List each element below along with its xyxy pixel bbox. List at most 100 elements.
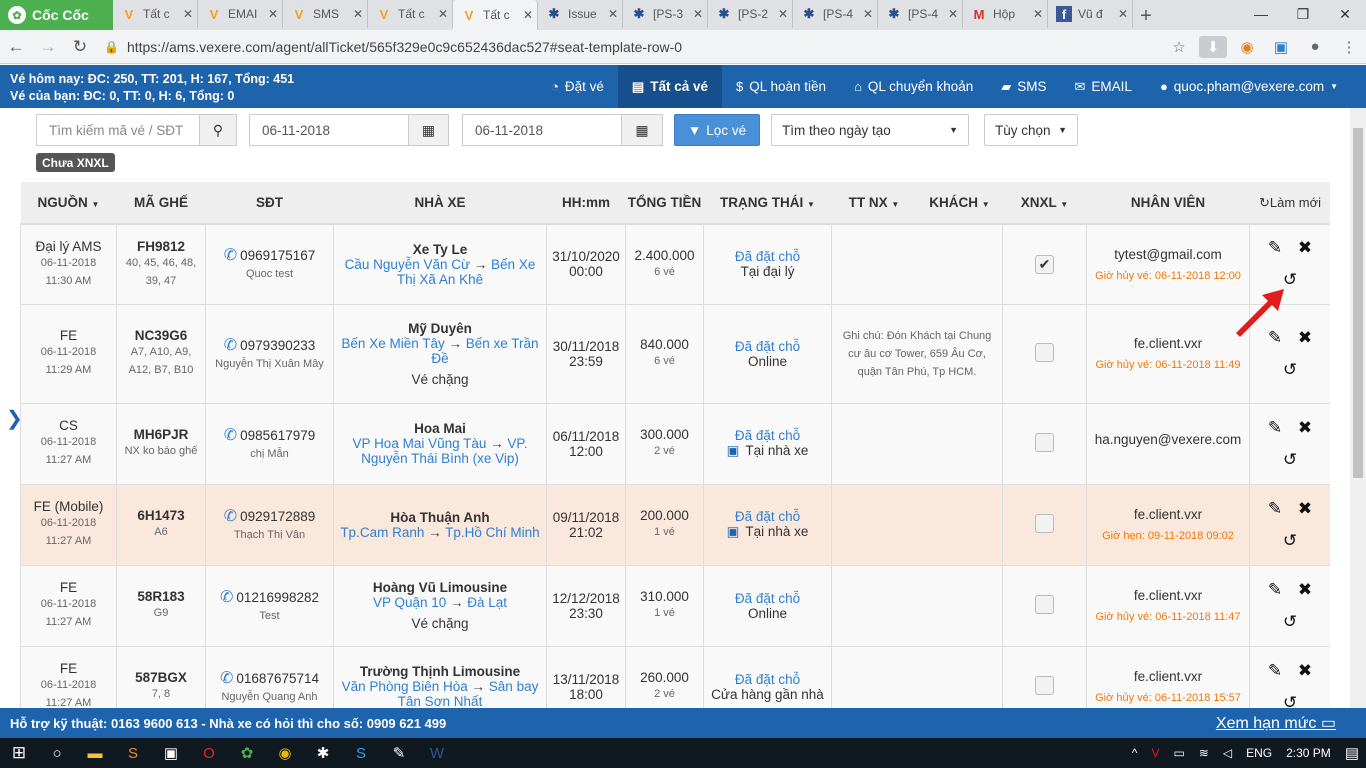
xnxl-checkbox[interactable] bbox=[1035, 432, 1054, 452]
browser-tab[interactable]: M Hộp ✕ bbox=[963, 0, 1048, 28]
tray-chevron-icon[interactable]: ^ bbox=[1132, 746, 1138, 760]
col-status[interactable]: TRẠNG THÁI ▼ bbox=[703, 182, 832, 225]
route-to[interactable]: Bến xe Trần Đề bbox=[431, 336, 538, 366]
app-icon[interactable]: ▣ bbox=[152, 738, 190, 768]
browser-tab[interactable]: V EMAI ✕ bbox=[198, 0, 283, 28]
edit-pencil-icon[interactable]: ✎ bbox=[1260, 418, 1290, 438]
nav-item[interactable]: ▰ SMS bbox=[987, 65, 1060, 108]
download-icon[interactable]: ⬇ bbox=[1199, 35, 1227, 58]
table-row[interactable]: FE 06-11-2018 11:27 AM 58R183 G9 ✆ 012169982… bbox=[20, 564, 1330, 647]
delete-x-icon[interactable]: ✖ bbox=[1290, 328, 1320, 348]
extension-icon[interactable]: ◉ bbox=[1233, 36, 1261, 58]
cortana-icon[interactable]: ○ bbox=[38, 738, 76, 768]
close-tab-icon[interactable]: ✕ bbox=[1118, 7, 1128, 21]
table-row[interactable]: Đại lý AMS 06-11-2018 11:30 AM FH9812 40, 4… bbox=[20, 223, 1330, 305]
scrollbar-thumb[interactable] bbox=[1353, 128, 1363, 478]
limit-link[interactable]: Xem hạn mức ▭ bbox=[1216, 713, 1336, 733]
ticket-code[interactable]: 58R183 bbox=[119, 589, 203, 604]
clock[interactable]: 2:30 PM bbox=[1286, 746, 1331, 760]
new-tab-button[interactable]: + bbox=[1133, 2, 1159, 30]
date-to-field[interactable]: 06-11-2018 bbox=[462, 114, 622, 146]
browser-tab[interactable]: V Tất c ✕ bbox=[113, 0, 198, 28]
close-window-icon[interactable]: ✕ bbox=[1324, 0, 1366, 28]
history-icon[interactable]: ↺ bbox=[1275, 360, 1305, 380]
xnxl-checkbox[interactable] bbox=[1035, 594, 1054, 614]
route-from[interactable]: Bến Xe Miền Tây bbox=[341, 336, 444, 351]
wifi-icon[interactable]: ≋ bbox=[1199, 746, 1209, 760]
close-tab-icon[interactable]: ✕ bbox=[523, 8, 533, 22]
table-row[interactable]: CS 06-11-2018 11:27 AM MH6PJR NX ko báo ghế… bbox=[20, 402, 1330, 485]
history-icon[interactable]: ↺ bbox=[1275, 612, 1305, 632]
route-to[interactable]: Tp.Hồ Chí Minh bbox=[445, 525, 540, 540]
page-scrollbar[interactable] bbox=[1350, 108, 1366, 708]
xnxl-checkbox[interactable] bbox=[1035, 513, 1054, 533]
coccoc-taskbar-icon[interactable]: ✿ bbox=[228, 738, 266, 768]
refresh-button[interactable]: ↻Làm mới bbox=[1249, 182, 1330, 225]
col-source[interactable]: NGUỒN ▼ bbox=[20, 182, 117, 225]
route-from[interactable]: VP Hoa Mai Vũng Tàu bbox=[353, 436, 487, 451]
nav-item[interactable]: ● quoc.pham@vexere.com ▼ bbox=[1146, 65, 1352, 108]
calendar-icon[interactable]: ▦ bbox=[408, 114, 449, 146]
route-to[interactable]: Đà Lạt bbox=[467, 595, 507, 610]
browser-tab[interactable]: ✱ Issue ✕ bbox=[538, 0, 623, 28]
nav-item[interactable]: ▤ Tất cả vé bbox=[617, 65, 723, 108]
edit-pencil-icon[interactable]: ✎ bbox=[1260, 238, 1290, 258]
date-type-select[interactable]: Tìm theo ngày tạo ▼ bbox=[771, 114, 969, 146]
restore-icon[interactable]: ❐ bbox=[1282, 0, 1324, 28]
ticket-code[interactable]: 6H1473 bbox=[119, 508, 203, 523]
sublime-icon[interactable]: S bbox=[114, 738, 152, 768]
browser-tab[interactable]: V Tất c ✕ bbox=[368, 0, 453, 28]
delete-x-icon[interactable]: ✖ bbox=[1290, 580, 1320, 600]
volume-icon[interactable]: ◁ bbox=[1223, 746, 1232, 760]
calendar-icon[interactable]: ▦ bbox=[621, 114, 663, 146]
history-icon[interactable]: ↺ bbox=[1275, 531, 1305, 551]
battery-icon[interactable]: ▭ bbox=[1173, 746, 1184, 760]
col-xnxl[interactable]: XNXL ▼ bbox=[1002, 182, 1087, 225]
ticket-code[interactable]: FH9812 bbox=[119, 239, 203, 254]
delete-x-icon[interactable]: ✖ bbox=[1290, 499, 1320, 519]
delete-x-icon[interactable]: ✖ bbox=[1290, 661, 1320, 681]
status-badge[interactable]: Chưa XNXL bbox=[36, 153, 115, 172]
browser-tab[interactable]: ✱ [PS-3 ✕ bbox=[623, 0, 708, 28]
nav-item[interactable]: ⌂ QL chuyển khoản bbox=[840, 65, 987, 108]
skype-icon[interactable]: S bbox=[342, 738, 380, 768]
browser-tab[interactable]: V SMS ✕ bbox=[283, 0, 368, 28]
vexere-tray-icon[interactable]: V bbox=[1151, 746, 1159, 760]
delete-x-icon[interactable]: ✖ bbox=[1290, 418, 1320, 438]
route-from[interactable]: Cầu Nguyễn Văn Cừ bbox=[345, 257, 470, 272]
menu-icon[interactable]: ⋮ bbox=[1335, 36, 1363, 58]
route-from[interactable]: Tp.Cam Ranh bbox=[340, 525, 424, 540]
notification-icon[interactable]: ▤ bbox=[1345, 744, 1359, 762]
windows-start-icon[interactable]: ⊞ bbox=[0, 738, 38, 768]
reload-icon[interactable]: ↻ bbox=[64, 37, 96, 57]
xnxl-checkbox[interactable] bbox=[1035, 675, 1054, 695]
browser-tab[interactable]: V Tất c ✕ bbox=[453, 0, 538, 30]
close-tab-icon[interactable]: ✕ bbox=[183, 7, 193, 21]
ticket-code[interactable]: NC39G6 bbox=[119, 328, 203, 343]
route-from[interactable]: VP Quận 10 bbox=[373, 595, 446, 610]
close-tab-icon[interactable]: ✕ bbox=[693, 7, 703, 21]
browser-tab[interactable]: f Vũ đ ✕ bbox=[1048, 0, 1133, 28]
paint-icon[interactable]: ✎ bbox=[380, 738, 418, 768]
browser-brand[interactable]: ✿ Cốc Cốc bbox=[0, 0, 113, 30]
table-row[interactable]: FE 06-11-2018 11:27 AM 587BGX 7, 8 ✆ 0168767… bbox=[20, 645, 1330, 710]
xnxl-checkbox[interactable] bbox=[1035, 342, 1054, 362]
chrome-icon[interactable]: ◉ bbox=[266, 738, 304, 768]
delete-x-icon[interactable]: ✖ bbox=[1290, 238, 1320, 258]
slack-icon[interactable]: ✱ bbox=[304, 738, 342, 768]
extension-s-icon[interactable]: ▣ bbox=[1267, 36, 1295, 58]
edit-pencil-icon[interactable]: ✎ bbox=[1260, 580, 1290, 600]
close-tab-icon[interactable]: ✕ bbox=[268, 7, 278, 21]
language-indicator[interactable]: ENG bbox=[1246, 746, 1272, 760]
history-icon[interactable]: ↺ bbox=[1275, 450, 1305, 470]
date-from-field[interactable]: 06-11-2018 bbox=[249, 114, 409, 146]
nav-item[interactable]: $ QL hoàn tiền bbox=[722, 65, 840, 108]
close-tab-icon[interactable]: ✕ bbox=[608, 7, 618, 21]
close-tab-icon[interactable]: ✕ bbox=[948, 7, 958, 21]
browser-tab[interactable]: ✱ [PS-4 ✕ bbox=[793, 0, 878, 28]
bookmark-star-icon[interactable]: ☆ bbox=[1165, 36, 1193, 58]
table-row[interactable]: FE (Mobile) 06-11-2018 11:27 AM 6H1473 A6 ✆… bbox=[20, 483, 1330, 566]
search-icon[interactable]: ⚲ bbox=[199, 114, 237, 146]
close-tab-icon[interactable]: ✕ bbox=[863, 7, 873, 21]
nav-item[interactable]: ✉ EMAIL bbox=[1061, 65, 1146, 108]
